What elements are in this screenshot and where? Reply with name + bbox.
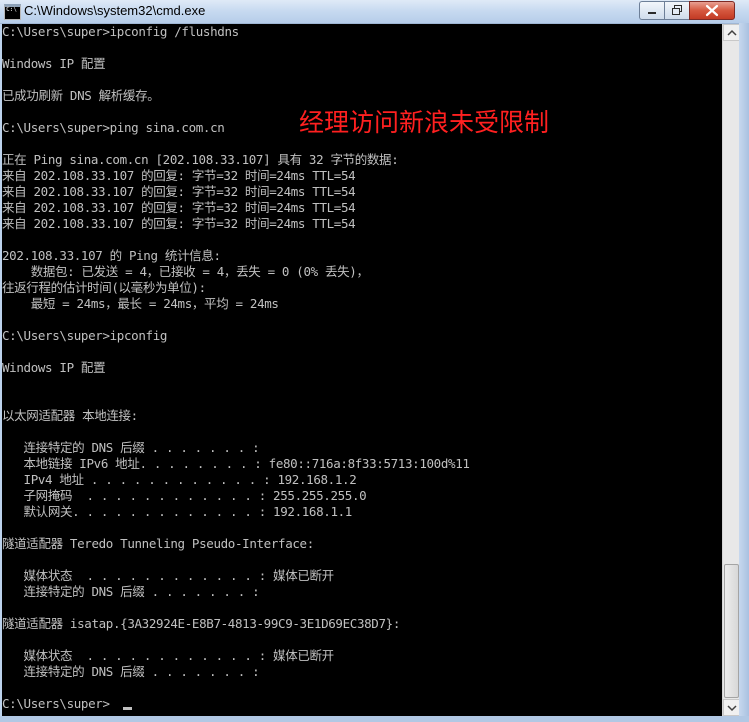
console-line: Windows IP 配置 bbox=[2, 360, 106, 375]
console-line: 以太网适配器 本地连接: bbox=[2, 408, 138, 423]
console-line: 来自 202.108.33.107 的回复: 字节=32 时间=24ms TTL… bbox=[2, 168, 356, 183]
console-line: C:\Users\super>ipconfig /flushdns bbox=[2, 24, 239, 39]
scroll-down-button[interactable] bbox=[723, 699, 740, 716]
close-icon bbox=[705, 4, 719, 17]
console-line: 媒体状态 . . . . . . . . . . . . : 媒体已断开 bbox=[2, 648, 335, 663]
maximize-icon bbox=[672, 5, 682, 15]
annotation-text: 经理访问新浪未受限制 bbox=[299, 108, 550, 137]
scroll-thumb[interactable] bbox=[724, 564, 739, 698]
console-line: 连接特定的 DNS 后缀 . . . . . . . : bbox=[2, 584, 260, 599]
console-line: 连接特定的 DNS 后缀 . . . . . . . : bbox=[2, 664, 260, 679]
maximize-button[interactable] bbox=[664, 1, 690, 20]
console-line: 已成功刷新 DNS 解析缓存。 bbox=[2, 88, 160, 103]
console-line: 默认网关. . . . . . . . . . . . . : 192.168.… bbox=[2, 504, 353, 519]
console-line: 子网掩码 . . . . . . . . . . . . : 255.255.2… bbox=[2, 488, 367, 503]
console-line: 数据包: 已发送 = 4，已接收 = 4，丢失 = 0 (0% 丢失)， bbox=[2, 264, 369, 279]
window-title: C:\Windows\system32\cmd.exe bbox=[24, 3, 206, 18]
console-line: 连接特定的 DNS 后缀 . . . . . . . : bbox=[2, 440, 260, 455]
console-line: 往返行程的估计时间(以毫秒为单位): bbox=[2, 280, 206, 295]
window-frame-right bbox=[739, 23, 749, 722]
vertical-scrollbar[interactable] bbox=[722, 24, 740, 716]
console-line: 来自 202.108.33.107 的回复: 字节=32 时间=24ms TTL… bbox=[2, 200, 356, 215]
console-output[interactable]: C:\Users\super>ipconfig /flushdns Windows… bbox=[2, 24, 722, 716]
console-line: 最短 = 24ms，最长 = 24ms，平均 = 24ms bbox=[2, 296, 279, 311]
console-line: 隧道适配器 Teredo Tunneling Pseudo-Interface: bbox=[2, 536, 314, 551]
text-cursor bbox=[123, 707, 132, 710]
console-line: C:\Users\super> bbox=[2, 696, 110, 711]
console-line: 本地链接 IPv6 地址. . . . . . . . : fe80::716a… bbox=[2, 456, 470, 471]
console-line: 来自 202.108.33.107 的回复: 字节=32 时间=24ms TTL… bbox=[2, 184, 356, 199]
title-bar[interactable]: C:\ C:\Windows\system32\cmd.exe bbox=[0, 0, 749, 24]
close-button[interactable] bbox=[689, 1, 735, 20]
console-line: IPv4 地址 . . . . . . . . . . . . : 192.16… bbox=[2, 472, 357, 487]
console-line: 202.108.33.107 的 Ping 统计信息: bbox=[2, 248, 221, 263]
cmd-app-icon[interactable]: C:\ bbox=[4, 4, 21, 20]
cmd-app-icon-text: C:\ bbox=[6, 6, 17, 13]
console-line: 来自 202.108.33.107 的回复: 字节=32 时间=24ms TTL… bbox=[2, 216, 356, 231]
console-line: Windows IP 配置 bbox=[2, 56, 106, 71]
scroll-up-button[interactable] bbox=[723, 24, 740, 41]
console-line: C:\Users\super>ipconfig bbox=[2, 328, 168, 343]
console-line: 媒体状态 . . . . . . . . . . . . : 媒体已断开 bbox=[2, 568, 335, 583]
console-line: 隧道适配器 isatap.{3A32924E-E8B7-4813-99C9-3E… bbox=[2, 616, 401, 631]
window-frame-bottom bbox=[0, 716, 749, 722]
minimize-icon bbox=[648, 12, 656, 14]
console-line: 正在 Ping sina.com.cn [202.108.33.107] 具有 … bbox=[2, 152, 399, 167]
minimize-button[interactable] bbox=[639, 1, 664, 20]
